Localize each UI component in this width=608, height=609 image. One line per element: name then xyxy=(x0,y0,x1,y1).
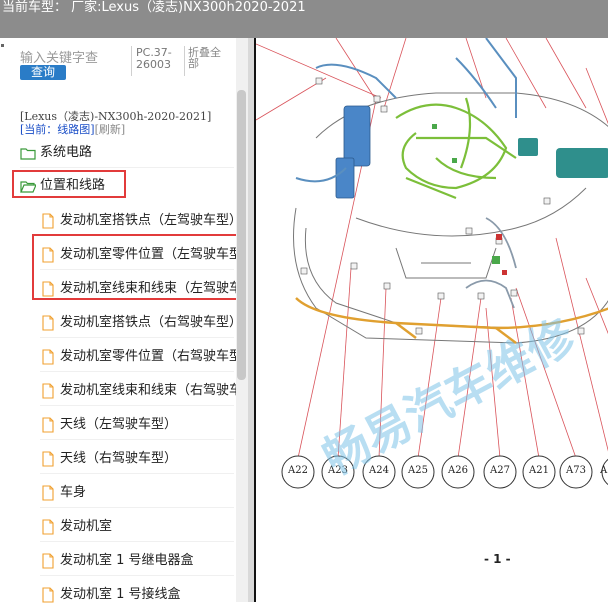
document-icon xyxy=(42,417,54,433)
connector-label: A27 xyxy=(490,465,510,476)
document-icon xyxy=(42,213,54,229)
tree-item-label: 发动机室线束和线束（右驾驶车型） xyxy=(60,383,236,398)
tree-item[interactable]: 车身 xyxy=(40,481,236,507)
fold-all-button[interactable]: 折叠全部 xyxy=(188,47,228,69)
title-bar: 当前车型： 厂家:Lexus（凌志)NX300h2020-2021 xyxy=(0,0,608,38)
page-number: - 1 - xyxy=(484,552,511,566)
row-divider xyxy=(40,371,234,372)
divider xyxy=(184,46,185,76)
connector-label: A21 xyxy=(529,465,549,476)
sidebar-scroll-thumb[interactable] xyxy=(237,90,246,380)
current-model-label: 当前车型： 厂家:Lexus（凌志)NX300h2020-2021 xyxy=(2,0,306,15)
tree-item-label: 发动机室零件位置（右驾驶车型） xyxy=(60,349,236,364)
folder-icon xyxy=(20,148,36,160)
tree-item-label: 发动机室 xyxy=(60,519,113,534)
row-divider xyxy=(40,337,234,338)
tree-item-label: 天线（左驾驶车型） xyxy=(60,417,178,432)
document-icon xyxy=(42,315,54,331)
tree-item-label: 车身 xyxy=(60,485,87,500)
tree-item[interactable]: 天线（左驾驶车型） xyxy=(40,413,236,439)
tree-item-label: 发动机室 1 号继电器盒 xyxy=(60,553,194,568)
tree-item[interactable]: 发动机室搭铁点（左驾驶车型） xyxy=(40,209,236,235)
breadcrumb: [Lexus（凌志)-NX300h-2020-2021] [当前：线路图][刷新… xyxy=(20,110,234,136)
tree-item-label: 发动机室搭铁点（左驾驶车型） xyxy=(60,213,236,228)
sidebar-top-marker xyxy=(1,44,4,47)
tree-item[interactable]: 发动机室线束和线束（右驾驶车型） xyxy=(40,379,236,405)
highlight-box xyxy=(12,170,126,198)
tree-item[interactable]: 发动机室 1 号接线盒 xyxy=(40,583,236,609)
row-divider xyxy=(40,541,234,542)
document-icon xyxy=(42,383,54,399)
tree-item-label: 发动机室 1 号接线盒 xyxy=(60,587,181,602)
document-icon xyxy=(42,587,54,603)
connector-label: A26 xyxy=(448,465,468,476)
row-divider xyxy=(40,473,234,474)
row-divider xyxy=(40,507,234,508)
tree-item-label: 发动机室搭铁点（右驾驶车型） xyxy=(60,315,236,330)
divider xyxy=(131,46,132,76)
document-icon xyxy=(42,485,54,501)
refresh-link[interactable]: [刷新] xyxy=(95,123,126,136)
document-icon xyxy=(42,553,54,569)
document-icon xyxy=(42,519,54,535)
highlight-box xyxy=(32,234,241,300)
breadcrumb-model: [Lexus（凌志)-NX300h-2020-2021] xyxy=(20,110,212,123)
pc-code: PC.37-26003 xyxy=(136,46,172,71)
tree-item[interactable]: 发动机室零件位置（右驾驶车型） xyxy=(40,345,236,371)
tree-folder-system-circuits[interactable]: 系统电路 xyxy=(20,141,234,167)
row-divider xyxy=(20,167,234,168)
search-button[interactable]: 查询 xyxy=(20,65,66,80)
connector-label: A22 xyxy=(288,465,308,476)
row-divider xyxy=(40,439,234,440)
tree-folder-label: 系统电路 xyxy=(40,145,93,160)
tree-item[interactable]: 发动机室 xyxy=(40,515,236,541)
tree-item-label: 天线（右驾驶车型） xyxy=(60,451,178,466)
connector-label: A73 xyxy=(566,465,586,476)
document-icon xyxy=(42,451,54,467)
tree-item[interactable]: 发动机室 1 号继电器盒 xyxy=(40,549,236,575)
row-divider xyxy=(40,405,234,406)
tree-item[interactable]: 天线（右驾驶车型） xyxy=(40,447,236,473)
search-input[interactable] xyxy=(20,50,128,66)
tree-item[interactable]: 发动机室搭铁点（右驾驶车型） xyxy=(40,311,236,337)
connector-label: A xyxy=(600,465,608,476)
document-icon xyxy=(42,349,54,365)
breadcrumb-current: [当前：线路图] xyxy=(20,123,95,136)
row-divider xyxy=(40,575,234,576)
connector-label: A25 xyxy=(408,465,428,476)
